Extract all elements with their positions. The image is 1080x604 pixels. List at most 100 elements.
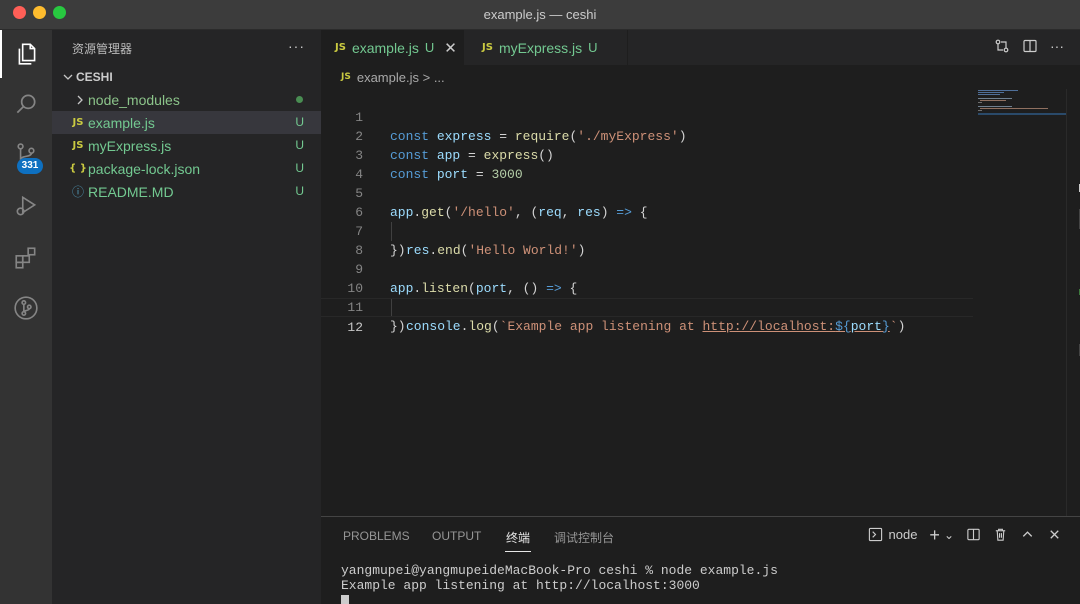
- activity-bar: 331: [0, 30, 52, 604]
- untracked-status: U: [295, 184, 304, 198]
- terminal-line: Example app listening at http://localhos…: [341, 578, 700, 593]
- chevron-right-icon: [72, 92, 88, 108]
- tab-label: example.js: [351, 39, 419, 56]
- code-line: 8: [321, 222, 973, 258]
- minimap-line: [978, 92, 1004, 93]
- terminal-selector[interactable]: node: [868, 527, 918, 542]
- breadcrumb-rest[interactable]: ...: [434, 70, 445, 85]
- split-editor-icon[interactable]: [1022, 38, 1038, 54]
- code-line: 6 res.end('Hello World!'): [321, 184, 973, 258]
- untracked-status: U: [588, 40, 598, 55]
- code-line: 3 const port = 3000: [321, 127, 973, 182]
- explorer-header: 资源管理器 ···: [52, 30, 321, 66]
- chevron-down-icon: ⌄: [943, 527, 954, 542]
- tree-item-label: myExpress.js: [88, 137, 172, 154]
- minimap[interactable]: [978, 89, 1066, 129]
- folder-ceshi[interactable]: CESHI: [52, 66, 321, 88]
- js-file-icon: JS: [72, 117, 84, 128]
- modified-dot-icon: [296, 96, 303, 103]
- tab-terminal[interactable]: 终端: [506, 529, 530, 546]
- tab-example-js[interactable]: JS example.js U ✕: [321, 30, 464, 65]
- code-line: 10 console.log(`Example app listening at…: [321, 260, 973, 334]
- untracked-status: U: [295, 161, 304, 175]
- trash-icon[interactable]: [993, 527, 1008, 542]
- source-control-activity[interactable]: 331: [0, 130, 52, 178]
- editor-tabs: JS example.js U ✕ JS myExpress.js U ···: [321, 30, 1080, 65]
- chevron-up-icon[interactable]: [1020, 527, 1035, 542]
- code-line: 2 const app = express(): [321, 108, 973, 163]
- tree-item-node-modules[interactable]: node_modules: [52, 88, 321, 111]
- tree-item-package-lock[interactable]: { } package-lock.json U: [52, 157, 321, 180]
- json-file-icon: { }: [69, 163, 87, 174]
- search-activity[interactable]: [0, 80, 52, 128]
- tab-problems[interactable]: PROBLEMS: [343, 529, 410, 543]
- tree-item-example-js[interactable]: JS example.js U: [52, 111, 321, 134]
- title-bar: example.js — ceshi: [0, 0, 1080, 30]
- tab-output[interactable]: OUTPUT: [432, 529, 481, 543]
- close-tab-icon[interactable]: ✕: [444, 39, 457, 57]
- split-terminal-icon[interactable]: [966, 527, 981, 542]
- js-file-icon: JS: [482, 42, 493, 53]
- breadcrumb-separator: >: [418, 69, 434, 85]
- search-icon: [16, 94, 36, 114]
- extensions-icon: [15, 247, 36, 269]
- info-file-icon: ⓘ: [71, 185, 84, 199]
- tree-item-readme[interactable]: ⓘ README.MD U: [52, 180, 321, 203]
- current-code-line: 12: [321, 298, 973, 335]
- window-title: example.js — ceshi: [483, 7, 597, 22]
- code-editor[interactable]: 1 const express = require('./myExpress')…: [321, 89, 1080, 516]
- files-icon: [18, 43, 36, 65]
- minimap-line: [978, 110, 982, 111]
- minimap-line: [980, 108, 1048, 109]
- tree-item-label: example.js: [88, 114, 155, 131]
- terminal-icon: [868, 527, 882, 542]
- code-line: 7 }): [321, 203, 973, 258]
- new-terminal-button[interactable]: + ⌄: [929, 524, 954, 545]
- run-debug-activity[interactable]: [0, 182, 52, 230]
- panel-actions: node + ⌄: [868, 524, 1063, 545]
- more-actions-icon[interactable]: ···: [288, 38, 305, 54]
- code-line: 9 app.listen(port, () => {: [321, 241, 973, 296]
- code-line: 1 const express = require('./myExpress'): [321, 89, 973, 144]
- run-debug-icon: [16, 195, 37, 216]
- plus-icon: +: [929, 524, 940, 545]
- untracked-status: U: [424, 40, 435, 55]
- breadcrumb: JS example.js > ...: [321, 65, 1080, 89]
- tree-item-label: node_modules: [88, 91, 180, 108]
- minimap-line: [978, 94, 1000, 95]
- js-file-icon: JS: [72, 140, 84, 151]
- editor-actions: ···: [994, 38, 1064, 54]
- code-text: console.log(`Example app listening at ht…: [406, 319, 906, 334]
- code-line: 11 }): [321, 279, 973, 334]
- git-graph-activity[interactable]: [0, 284, 52, 332]
- git-graph-icon: [14, 296, 38, 320]
- terminal-output[interactable]: yangmupei@yangmupeideMacBook-Pro ceshi %…: [341, 563, 778, 604]
- terminal-name: node: [888, 527, 918, 542]
- code-text: }): [390, 319, 406, 334]
- tab-myexpress-js[interactable]: JS myExpress.js U: [464, 30, 628, 65]
- explorer-activity[interactable]: [0, 30, 52, 78]
- terminal-line: yangmupei@yangmupeideMacBook-Pro ceshi %…: [341, 563, 778, 578]
- tree-item-myexpress-js[interactable]: JS myExpress.js U: [52, 134, 321, 157]
- minimap-current-line: [978, 113, 1066, 115]
- code-line: 5 app.get('/hello', (req, res) => {: [321, 165, 973, 220]
- line-number: 12: [347, 320, 363, 335]
- breadcrumb-file[interactable]: example.js: [357, 70, 419, 85]
- minimap-line: [980, 100, 1006, 101]
- tab-debug-console[interactable]: 调试控制台: [554, 529, 614, 546]
- js-file-icon: JS: [335, 42, 346, 53]
- source-control-badge: 331: [17, 158, 43, 174]
- tree-item-label: README.MD: [88, 183, 174, 200]
- tab-label: myExpress.js: [498, 39, 583, 56]
- extensions-activity[interactable]: [0, 234, 52, 282]
- bottom-panel: PROBLEMS OUTPUT 终端 调试控制台 node + ⌄ yangmu…: [321, 516, 1080, 604]
- editor-scrollbar[interactable]: [1066, 89, 1080, 516]
- close-panel-icon[interactable]: [1047, 527, 1062, 542]
- explorer-title: 资源管理器: [72, 41, 133, 56]
- panel-tabs: PROBLEMS OUTPUT 终端 调试控制台 node + ⌄: [321, 517, 1080, 555]
- more-actions-icon[interactable]: ···: [1050, 38, 1064, 54]
- tree-item-label: package-lock.json: [88, 160, 201, 177]
- active-tab-indicator: [505, 551, 531, 552]
- compare-changes-icon[interactable]: [994, 38, 1010, 54]
- code-line: 4: [321, 146, 973, 182]
